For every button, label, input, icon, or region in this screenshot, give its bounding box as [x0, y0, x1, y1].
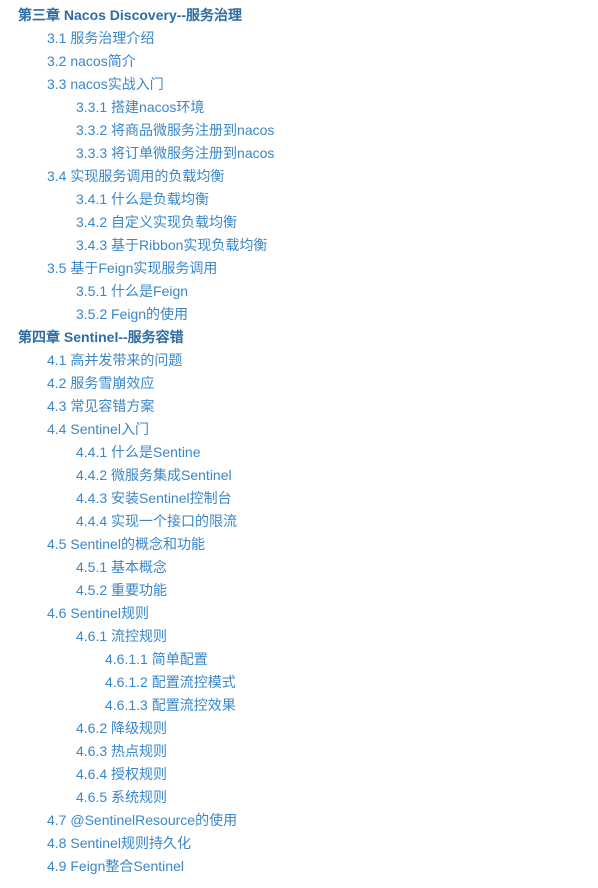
toc-link[interactable]: 4.6.1.3 配置流控效果 [105, 694, 598, 717]
toc-link[interactable]: 3.5.1 什么是Feign [76, 280, 598, 303]
toc-link[interactable]: 3.4.1 什么是负载均衡 [76, 188, 598, 211]
toc-link[interactable]: 4.4.2 微服务集成Sentinel [76, 464, 598, 487]
toc-link[interactable]: 4.6.1.2 配置流控模式 [105, 671, 598, 694]
toc-link[interactable]: 3.1 服务治理介绍 [47, 27, 598, 50]
toc-link[interactable]: 4.6.5 系统规则 [76, 786, 598, 809]
toc-link[interactable]: 3.4.2 自定义实现负载均衡 [76, 211, 598, 234]
toc-link[interactable]: 3.5 基于Feign实现服务调用 [47, 257, 598, 280]
toc-link[interactable]: 4.7 @SentinelResource的使用 [47, 809, 598, 832]
toc-link[interactable]: 4.4 Sentinel入门 [47, 418, 598, 441]
toc-link[interactable]: 4.6.3 热点规则 [76, 740, 598, 763]
toc-chapter: 第三章 Nacos Discovery--服务治理 [18, 4, 598, 27]
toc-link[interactable]: 3.2 nacos简介 [47, 50, 598, 73]
toc-link[interactable]: 4.6 Sentinel规则 [47, 602, 598, 625]
toc-link[interactable]: 4.2 服务雪崩效应 [47, 372, 598, 395]
toc-link[interactable]: 3.4.3 基于Ribbon实现负载均衡 [76, 234, 598, 257]
toc-link[interactable]: 3.3 nacos实战入门 [47, 73, 598, 96]
toc-link[interactable]: 3.3.2 将商品微服务注册到nacos [76, 119, 598, 142]
toc-link[interactable]: 4.5 Sentinel的概念和功能 [47, 533, 598, 556]
toc-link[interactable]: 4.5.2 重要功能 [76, 579, 598, 602]
toc-link[interactable]: 4.4.4 实现一个接口的限流 [76, 510, 598, 533]
toc-link[interactable]: 3.5.2 Feign的使用 [76, 303, 598, 326]
toc-link[interactable]: 3.4 实现服务调用的负载均衡 [47, 165, 598, 188]
toc-link[interactable]: 3.3.3 将订单微服务注册到nacos [76, 142, 598, 165]
toc-link[interactable]: 4.1 高并发带来的问题 [47, 349, 598, 372]
toc-link[interactable]: 4.3 常见容错方案 [47, 395, 598, 418]
toc-link[interactable]: 4.6.1.1 简单配置 [105, 648, 598, 671]
toc-link[interactable]: 4.4.1 什么是Sentine [76, 441, 598, 464]
table-of-contents: 第三章 Nacos Discovery--服务治理3.1 服务治理介绍3.2 n… [18, 4, 598, 878]
toc-link[interactable]: 4.9 Feign整合Sentinel [47, 855, 598, 878]
toc-link[interactable]: 3.3.1 搭建nacos环境 [76, 96, 598, 119]
toc-link[interactable]: 4.5.1 基本概念 [76, 556, 598, 579]
toc-link[interactable]: 4.4.3 安装Sentinel控制台 [76, 487, 598, 510]
toc-chapter: 第四章 Sentinel--服务容错 [18, 326, 598, 349]
toc-link[interactable]: 4.6.1 流控规则 [76, 625, 598, 648]
toc-link[interactable]: 4.6.2 降级规则 [76, 717, 598, 740]
toc-link[interactable]: 4.6.4 授权规则 [76, 763, 598, 786]
toc-link[interactable]: 4.8 Sentinel规则持久化 [47, 832, 598, 855]
